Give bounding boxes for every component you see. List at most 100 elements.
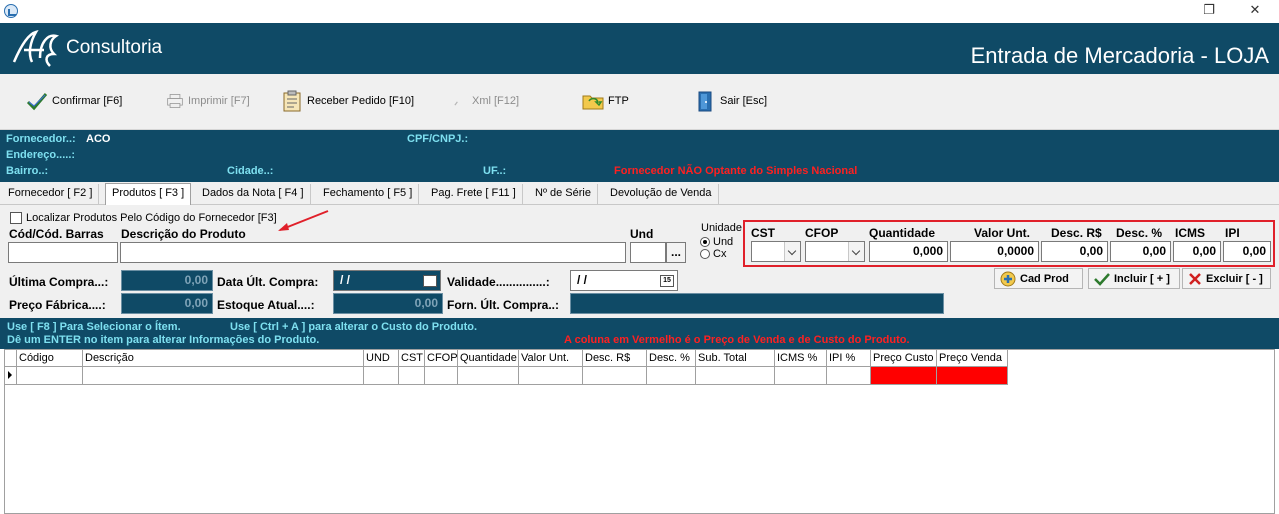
table-cell[interactable] bbox=[364, 367, 399, 385]
ftp-button[interactable]: FTP bbox=[582, 88, 629, 114]
items-grid[interactable]: Código Descrição UND CST CFOP Quantidade… bbox=[4, 349, 1275, 514]
table-cell[interactable] bbox=[425, 367, 458, 385]
unit-value-input[interactable]: 0,0000 bbox=[950, 241, 1039, 262]
column-header-valor-unt[interactable]: Valor Unt. bbox=[519, 350, 583, 367]
factory-price-label: Preço Fábrica....: bbox=[9, 298, 106, 312]
row-indicator[interactable] bbox=[5, 367, 17, 385]
restore-icon[interactable]: ❐ bbox=[1198, 2, 1220, 20]
unit-cx-radio[interactable] bbox=[700, 249, 710, 259]
calendar-icon[interactable]: 15 bbox=[660, 275, 674, 287]
table-cell[interactable] bbox=[647, 367, 696, 385]
validity-date-value: / / bbox=[577, 273, 588, 287]
xml-label: Xml [F12] bbox=[472, 95, 520, 107]
help-enter-item: Dê um ENTER no item para alterar Informa… bbox=[7, 334, 320, 346]
header-banner: Consultoria Entrada de Mercadoria - LOJA bbox=[0, 23, 1279, 74]
discount-amount-label: Desc. R$ bbox=[1051, 226, 1102, 240]
help-bar: Use [ F8 ] Para Selecionar o Ítem. Use [… bbox=[0, 318, 1279, 349]
table-cell[interactable] bbox=[17, 367, 83, 385]
table-cell[interactable] bbox=[458, 367, 519, 385]
description-input[interactable] bbox=[120, 242, 626, 263]
unit-value-label: Valor Unt. bbox=[974, 226, 1031, 240]
delete-x-icon bbox=[1189, 272, 1201, 285]
sale-price-cell[interactable] bbox=[937, 367, 1008, 385]
supplier-value: ACO bbox=[86, 133, 111, 145]
discount-percent-input[interactable]: 0,00 bbox=[1110, 241, 1171, 262]
cst-select[interactable] bbox=[751, 241, 801, 262]
close-icon[interactable]: ✕ bbox=[1244, 2, 1266, 20]
table-cell[interactable] bbox=[696, 367, 775, 385]
column-header-cst[interactable]: CST bbox=[399, 350, 425, 367]
column-header-preco-custo[interactable]: Preço Custo bbox=[871, 350, 937, 367]
discount-amount-input[interactable]: 0,00 bbox=[1041, 241, 1108, 262]
tab-fornecedor[interactable]: Fornecedor [ F2 ] bbox=[2, 184, 100, 204]
receive-order-button[interactable]: Receber Pedido [F10] bbox=[281, 88, 414, 114]
column-header-desc-pct[interactable]: Desc. % bbox=[647, 350, 696, 367]
column-header-codigo[interactable]: Código bbox=[17, 350, 83, 367]
column-header-descricao[interactable]: Descrição bbox=[83, 350, 364, 367]
xml-button[interactable]: Xml [F12] bbox=[450, 88, 519, 114]
cpf-cnpj-label: CPF/CNPJ.: bbox=[407, 133, 469, 145]
column-header-ipi-pct[interactable]: IPI % bbox=[827, 350, 871, 367]
chevron-down-icon bbox=[784, 242, 800, 261]
xml-icon bbox=[454, 101, 458, 106]
annotation-arrow-icon bbox=[278, 210, 329, 231]
cfop-select[interactable] bbox=[805, 241, 865, 262]
column-header-icms-pct[interactable]: ICMS % bbox=[775, 350, 827, 367]
unit-input[interactable] bbox=[630, 242, 666, 263]
toolbar: Confirmar [F6] Imprimir [F7] Receber Ped… bbox=[0, 74, 1279, 130]
table-cell[interactable] bbox=[519, 367, 583, 385]
unit-und-radio[interactable] bbox=[700, 237, 710, 247]
table-cell[interactable] bbox=[827, 367, 871, 385]
column-header-quantidade[interactable]: Quantidade bbox=[458, 350, 519, 367]
exit-door-icon bbox=[698, 91, 712, 112]
tab-strip: Fornecedor [ F2 ] Produtos [ F3 ] Dados … bbox=[0, 182, 1279, 205]
quantity-input[interactable]: 0,000 bbox=[869, 241, 948, 262]
unit-lookup-button[interactable]: ... bbox=[666, 242, 686, 263]
validity-date-input[interactable]: / / 15 bbox=[570, 270, 678, 291]
barcode-input[interactable] bbox=[8, 242, 118, 263]
confirm-button[interactable]: Confirmar [F6] bbox=[26, 88, 122, 114]
ipi-input[interactable]: 0,00 bbox=[1223, 241, 1271, 262]
calendar-icon[interactable]: 15 bbox=[423, 275, 437, 287]
tab-devolucao-venda[interactable]: Devolução de Venda bbox=[604, 184, 719, 204]
ipi-label: IPI bbox=[1225, 226, 1240, 240]
checkmark-icon bbox=[1094, 272, 1110, 286]
icms-input[interactable]: 0,00 bbox=[1173, 241, 1221, 262]
receive-order-label: Receber Pedido [F10] bbox=[307, 95, 415, 107]
tab-pag-frete[interactable]: Pag. Frete [ F11 ] bbox=[425, 184, 523, 204]
delete-item-label: Excluir [ - ] bbox=[1206, 272, 1263, 285]
last-purchase-date-input[interactable]: / / 15 bbox=[333, 270, 441, 291]
state-label: UF..: bbox=[483, 165, 507, 177]
column-header-cfop[interactable]: CFOP bbox=[425, 350, 458, 367]
register-product-label: Cad Prod bbox=[1020, 272, 1069, 285]
tab-fechamento[interactable]: Fechamento [ F5 ] bbox=[317, 184, 420, 204]
help-change-cost: Use [ Ctrl + A ] para alterar o Custo do… bbox=[230, 321, 478, 333]
description-label: Descrição do Produto bbox=[121, 227, 246, 241]
register-product-button[interactable]: Cad Prod bbox=[994, 268, 1083, 289]
table-cell[interactable] bbox=[399, 367, 425, 385]
discount-percent-label: Desc. % bbox=[1116, 226, 1163, 240]
validity-label: Validade...............: bbox=[447, 275, 550, 289]
barcode-label: Cód/Cód. Barras bbox=[9, 227, 104, 241]
table-cell[interactable] bbox=[83, 367, 364, 385]
logo-text: Consultoria bbox=[66, 37, 163, 58]
locate-by-supplier-code-label: Localizar Produtos Pelo Código do Fornec… bbox=[26, 212, 277, 224]
column-header-sub-total[interactable]: Sub. Total bbox=[696, 350, 775, 367]
table-cell[interactable] bbox=[775, 367, 827, 385]
clipboard-icon bbox=[283, 90, 301, 112]
tab-dados-nota[interactable]: Dados da Nota [ F4 ] bbox=[196, 184, 311, 204]
exit-button[interactable]: Sair [Esc] bbox=[694, 88, 767, 114]
column-header-preco-venda[interactable]: Preço Venda bbox=[937, 350, 1008, 367]
tab-produtos[interactable]: Produtos [ F3 ] bbox=[105, 183, 192, 205]
include-item-button[interactable]: Incluir [ + ] bbox=[1088, 268, 1180, 289]
printer-icon bbox=[167, 94, 183, 108]
tab-numero-serie[interactable]: Nº de Série bbox=[529, 184, 598, 204]
table-cell[interactable] bbox=[583, 367, 647, 385]
locate-by-supplier-code-checkbox[interactable] bbox=[10, 212, 22, 224]
cost-price-cell[interactable] bbox=[871, 367, 937, 385]
print-button[interactable]: Imprimir [F7] bbox=[166, 88, 250, 114]
column-header-desc-rs[interactable]: Desc. R$ bbox=[583, 350, 647, 367]
column-header-und[interactable]: UND bbox=[364, 350, 399, 367]
delete-item-button[interactable]: Excluir [ - ] bbox=[1182, 268, 1271, 289]
checkmark-icon bbox=[26, 93, 48, 111]
